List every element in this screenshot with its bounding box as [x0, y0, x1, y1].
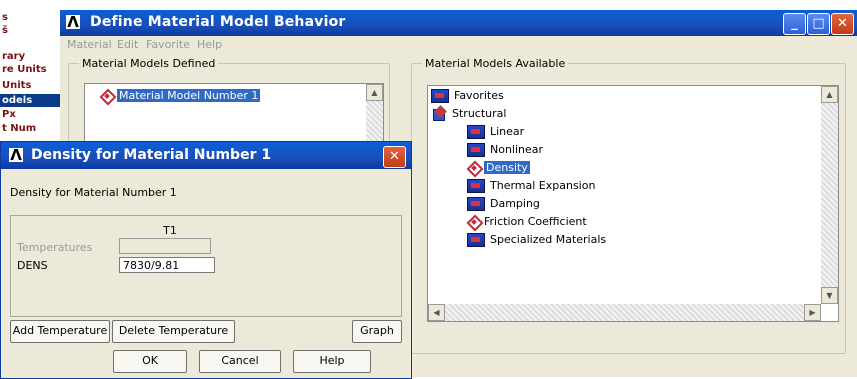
add-temperature-button[interactable]: Add Temperature: [10, 320, 110, 343]
available-item-friction-coefficient[interactable]: Friction Coefficient: [467, 214, 587, 230]
dens-value-input[interactable]: 7830/9.81: [119, 257, 215, 273]
model-icon: [467, 125, 485, 139]
temperatures-label: Temperatures: [17, 241, 93, 254]
model-icon: [467, 179, 485, 193]
maximize-button[interactable]: □: [807, 13, 830, 35]
column-header-t1: T1: [163, 224, 177, 237]
available-item-favorites[interactable]: Favorites: [431, 88, 504, 104]
tree-item[interactable]: Units: [0, 79, 60, 92]
tree-item[interactable]: rary: [0, 50, 60, 63]
menu-edit[interactable]: Edit: [117, 38, 138, 51]
menu-help[interactable]: Help: [197, 38, 222, 51]
ansys-logo-icon: Λ: [66, 13, 80, 31]
scroll-up-button[interactable]: ▲: [366, 84, 383, 101]
available-item-specialized-materials[interactable]: Specialized Materials: [467, 232, 606, 248]
close-button[interactable]: ✕: [831, 13, 854, 35]
delete-temperature-button[interactable]: Delete Temperature: [112, 320, 235, 343]
density-table: T1 Temperatures DENS 7830/9.81: [10, 215, 402, 317]
minimize-button[interactable]: _: [783, 13, 806, 35]
help-button[interactable]: Help: [293, 350, 371, 373]
model-icon: [467, 143, 485, 157]
cancel-button[interactable]: Cancel: [199, 350, 281, 373]
density-dialog: Λ Density for Material Number 1 ✕ Densit…: [0, 141, 412, 379]
available-item-linear[interactable]: Linear: [467, 124, 524, 140]
available-item-nonlinear[interactable]: Nonlinear: [467, 142, 543, 158]
menu-favorite[interactable]: Favorite: [146, 38, 190, 51]
tree-item[interactable]: re Units: [0, 63, 60, 76]
available-list-vscrollbar[interactable]: ▲ ▼: [821, 86, 838, 304]
model-icon: [467, 197, 485, 211]
scroll-right-button[interactable]: ▶: [804, 304, 821, 321]
structural-icon: [431, 107, 447, 121]
model-icon: [431, 89, 449, 103]
main-window-title: Define Material Model Behavior: [90, 14, 346, 30]
ok-button[interactable]: OK: [113, 350, 187, 373]
available-list-hscrollbar[interactable]: ◀ ▶: [428, 304, 821, 321]
diamond-icon: [467, 162, 479, 174]
tree-item[interactable]: s: [0, 11, 60, 24]
models-defined-legend: Material Models Defined: [82, 57, 216, 70]
tree-item-selected[interactable]: odels: [0, 94, 60, 107]
density-dialog-title: Density for Material Number 1: [31, 147, 272, 163]
scroll-up-button[interactable]: ▲: [821, 86, 838, 103]
available-item-density[interactable]: Density: [467, 160, 530, 176]
dens-label: DENS: [17, 259, 48, 272]
defined-model-item[interactable]: Material Model Number 1: [100, 88, 261, 104]
scroll-down-button[interactable]: ▼: [821, 287, 838, 304]
diamond-icon: [467, 216, 479, 228]
graph-button[interactable]: Graph: [352, 320, 402, 343]
available-item-thermal-expansion[interactable]: Thermal Expansion: [467, 178, 595, 194]
models-available-legend: Material Models Available: [425, 57, 566, 70]
diamond-icon: [100, 90, 112, 102]
models-available-list[interactable]: Favorites Structural Linear Nonlinear De…: [427, 85, 839, 322]
main-title-bar[interactable]: Λ Define Material Model Behavior _ □ ✕: [60, 10, 857, 36]
tree-item[interactable]: š: [0, 24, 60, 37]
model-icon: [467, 233, 485, 247]
menu-material[interactable]: Material: [67, 38, 112, 51]
ansys-logo-icon: Λ: [9, 146, 23, 164]
menu-bar: Material Edit Favorite Help: [60, 36, 857, 54]
temperature-cell[interactable]: [119, 238, 211, 254]
density-heading: Density for Material Number 1: [10, 186, 177, 199]
tree-item[interactable]: Px: [0, 108, 60, 121]
dialog-close-button[interactable]: ✕: [383, 146, 406, 168]
tree-item[interactable]: t Num: [0, 122, 60, 135]
available-item-damping[interactable]: Damping: [467, 196, 540, 212]
scroll-left-button[interactable]: ◀: [428, 304, 445, 321]
available-item-structural[interactable]: Structural: [431, 106, 506, 122]
density-title-bar[interactable]: Λ Density for Material Number 1 ✕: [1, 142, 411, 169]
